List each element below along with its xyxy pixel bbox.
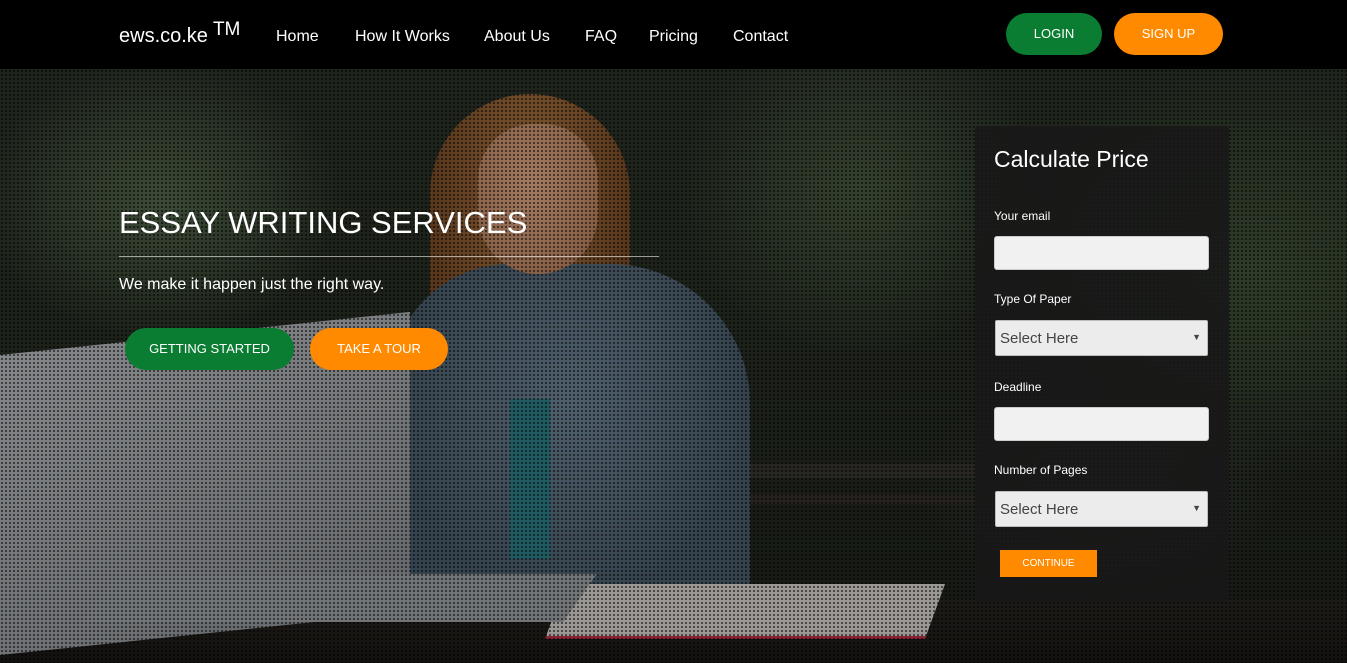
top-navbar: ews.co.ke TM Home How It Works About Us F… (0, 0, 1347, 69)
getting-started-button[interactable]: GETTING STARTED (125, 328, 294, 370)
chevron-down-icon: ▼ (1192, 503, 1201, 513)
nav-link-contact[interactable]: Contact (733, 28, 788, 46)
signup-button[interactable]: SIGN UP (1114, 13, 1223, 55)
hero-title: ESSAY WRITING SERVICES (119, 205, 528, 240)
continue-button[interactable]: CONTINUE (1000, 550, 1097, 577)
login-button[interactable]: LOGIN (1006, 13, 1102, 55)
brand-trademark: TM (212, 19, 241, 40)
paper-type-select[interactable]: Select Here ▼ (995, 320, 1208, 356)
paper-type-label: Type Of Paper (994, 292, 1072, 306)
deadline-label: Deadline (994, 380, 1042, 394)
brand-name: ews.co.ke (119, 25, 208, 47)
nav-link-about-us[interactable]: About Us (484, 28, 550, 46)
photo-woman-face (478, 124, 598, 274)
nav-link-faq[interactable]: FAQ (585, 28, 617, 46)
photo-laptop-base (83, 574, 597, 622)
pages-select[interactable]: Select Here ▼ (995, 491, 1208, 527)
hero-divider (119, 256, 659, 257)
nav-link-how-it-works[interactable]: How It Works (355, 28, 450, 46)
nav-link-home[interactable]: Home (276, 28, 319, 46)
email-field[interactable] (994, 236, 1209, 270)
photo-woman-shirt (510, 399, 550, 559)
email-label: Your email (994, 209, 1051, 223)
pages-label: Number of Pages (994, 463, 1088, 477)
hero-subtitle: We make it happen just the right way. (119, 276, 385, 293)
pages-selected-value: Select Here (1000, 501, 1079, 518)
calculate-price-title: Calculate Price (994, 146, 1149, 172)
brand-logo[interactable]: ews.co.ke TM (119, 19, 240, 48)
photo-open-book (544, 584, 946, 639)
chevron-down-icon: ▼ (1192, 332, 1201, 342)
deadline-field[interactable] (994, 407, 1209, 441)
photo-woman-jacket (390, 264, 750, 604)
take-a-tour-button[interactable]: TAKE A TOUR (310, 328, 448, 370)
paper-type-selected-value: Select Here (1000, 330, 1079, 347)
nav-link-pricing[interactable]: Pricing (649, 28, 698, 46)
calculate-price-panel: Calculate Price Your email Type Of Paper… (975, 126, 1229, 602)
